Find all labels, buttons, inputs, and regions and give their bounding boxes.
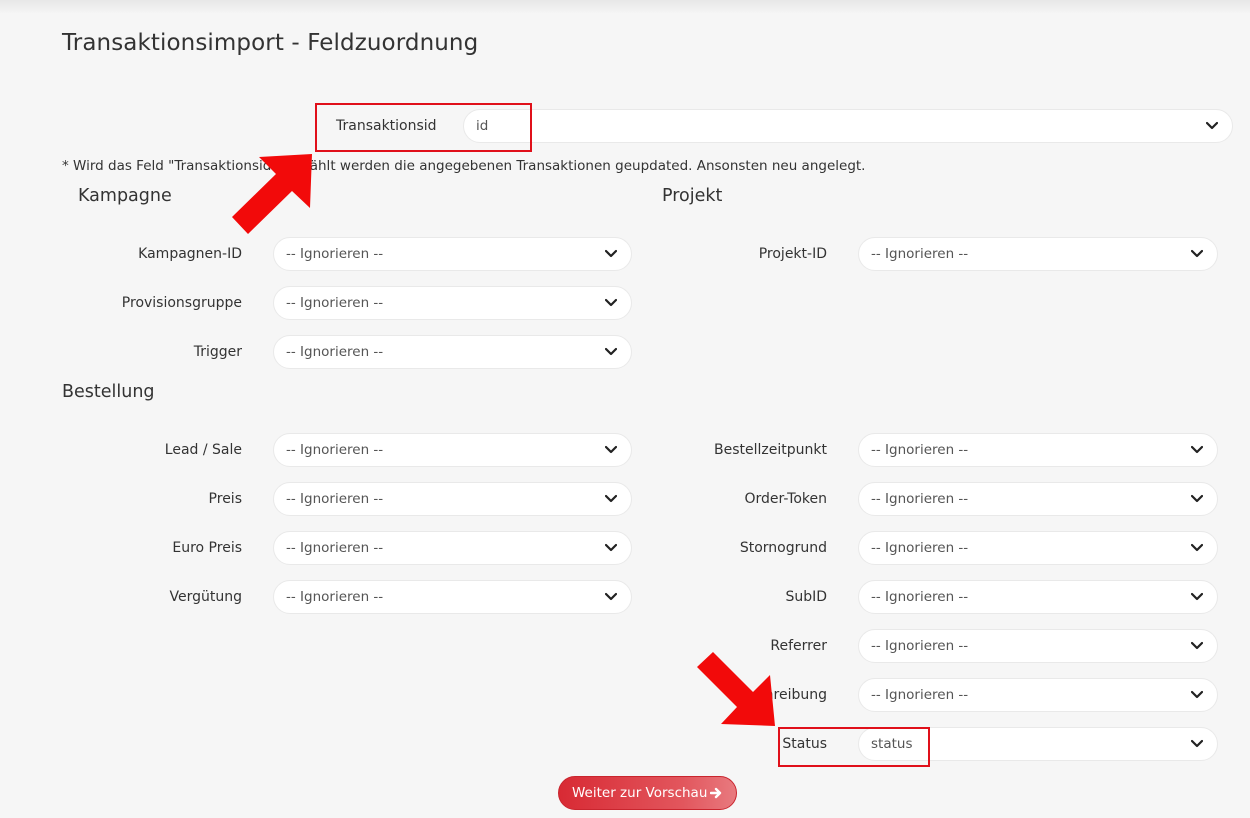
top-shadow (0, 0, 1250, 14)
field-label: Kampagnen-ID (138, 246, 242, 262)
field-value: -- Ignorieren -- (286, 295, 384, 311)
chevron-down-icon (1191, 249, 1203, 258)
field-label: Trigger (193, 344, 242, 360)
field-value: -- Ignorieren -- (286, 442, 384, 458)
transaction-id-select[interactable]: id (463, 109, 1233, 143)
chevron-down-icon (605, 298, 617, 307)
field-select[interactable]: -- Ignorieren -- (273, 237, 632, 271)
field-label: hreibung (764, 687, 827, 703)
field-row-status: Status status (640, 727, 1250, 761)
field-select[interactable]: -- Ignorieren -- (273, 286, 632, 320)
continue-to-preview-button[interactable]: Weiter zur Vorschau (558, 776, 737, 810)
section-title-bestellung: Bestellung (62, 382, 155, 402)
chevron-down-icon (605, 445, 617, 454)
chevron-down-icon (605, 592, 617, 601)
field-row: Preis -- Ignorieren -- (0, 482, 640, 516)
field-row: Projekt-ID -- Ignorieren -- (640, 237, 1250, 271)
page-title: Transaktionsimport - Feldzuordnung (62, 30, 479, 56)
chevron-down-icon (1191, 739, 1203, 748)
chevron-down-icon (1191, 543, 1203, 552)
field-select[interactable]: -- Ignorieren -- (858, 629, 1218, 663)
field-label: Stornogrund (739, 540, 827, 556)
field-row: Order-Token -- Ignorieren -- (640, 482, 1250, 516)
field-value: -- Ignorieren -- (871, 687, 969, 703)
field-label: Vergütung (169, 589, 243, 605)
field-value: -- Ignorieren -- (286, 540, 384, 556)
field-value: -- Ignorieren -- (871, 246, 969, 262)
field-value: -- Ignorieren -- (871, 638, 969, 654)
field-label: Euro Preis (172, 540, 242, 556)
field-value: -- Ignorieren -- (871, 589, 969, 605)
field-label: SubID (785, 589, 827, 605)
field-row: hreibung -- Ignorieren -- (640, 678, 1250, 712)
field-row: SubID -- Ignorieren -- (640, 580, 1250, 614)
arrow-right-icon (710, 787, 722, 799)
field-select[interactable]: -- Ignorieren -- (273, 335, 632, 369)
transaction-id-row: Transaktionsid id (0, 109, 1250, 143)
field-value: -- Ignorieren -- (286, 589, 384, 605)
field-value: status (871, 736, 913, 752)
field-value: -- Ignorieren -- (286, 246, 384, 262)
field-value: -- Ignorieren -- (871, 442, 969, 458)
field-select[interactable]: -- Ignorieren -- (858, 482, 1218, 516)
field-value: -- Ignorieren -- (286, 491, 384, 507)
field-row: Bestellzeitpunkt -- Ignorieren -- (640, 433, 1250, 467)
field-select[interactable]: -- Ignorieren -- (273, 433, 632, 467)
transaction-id-value: id (476, 118, 489, 134)
field-label: Lead / Sale (164, 442, 242, 458)
field-row: Trigger -- Ignorieren -- (0, 335, 640, 369)
field-row: Euro Preis -- Ignorieren -- (0, 531, 640, 565)
chevron-down-icon (1191, 445, 1203, 454)
field-label: Referrer (770, 638, 827, 654)
section-title-projekt: Projekt (662, 186, 723, 206)
field-value: -- Ignorieren -- (871, 540, 969, 556)
transaction-id-label: Transaktionsid (336, 118, 437, 134)
continue-button-label: Weiter zur Vorschau (572, 785, 708, 801)
field-select[interactable]: -- Ignorieren -- (273, 531, 632, 565)
field-value: -- Ignorieren -- (871, 491, 969, 507)
field-row: Kampagnen-ID -- Ignorieren -- (0, 237, 640, 271)
field-row: Lead / Sale -- Ignorieren -- (0, 433, 640, 467)
field-select[interactable]: -- Ignorieren -- (858, 433, 1218, 467)
chevron-down-icon (605, 494, 617, 503)
field-label: Provisionsgruppe (121, 295, 242, 311)
section-title-kampagne: Kampagne (78, 186, 172, 206)
field-row: Stornogrund -- Ignorieren -- (640, 531, 1250, 565)
chevron-down-icon (605, 249, 617, 258)
field-select[interactable]: -- Ignorieren -- (273, 580, 632, 614)
field-label: Preis (208, 491, 242, 507)
field-row: Referrer -- Ignorieren -- (640, 629, 1250, 663)
field-select[interactable]: -- Ignorieren -- (858, 678, 1218, 712)
chevron-down-icon (1191, 592, 1203, 601)
chevron-down-icon (1191, 690, 1203, 699)
chevron-down-icon (605, 347, 617, 356)
field-select[interactable]: -- Ignorieren -- (273, 482, 632, 516)
chevron-down-icon (605, 543, 617, 552)
field-row: Vergütung -- Ignorieren -- (0, 580, 640, 614)
field-value: -- Ignorieren -- (286, 344, 384, 360)
chevron-down-icon (1191, 494, 1203, 503)
field-select[interactable]: -- Ignorieren -- (858, 237, 1218, 271)
field-label: Status (782, 736, 827, 752)
status-select[interactable]: status (858, 727, 1218, 761)
field-row: Provisionsgruppe -- Ignorieren -- (0, 286, 640, 320)
field-label: Projekt-ID (758, 246, 827, 262)
chevron-down-icon (1206, 121, 1218, 130)
transaction-id-note: * Wird das Feld "Transaktionsid" gewählt… (62, 158, 866, 174)
field-select[interactable]: -- Ignorieren -- (858, 580, 1218, 614)
field-select[interactable]: -- Ignorieren -- (858, 531, 1218, 565)
field-label: Bestellzeitpunkt (714, 442, 827, 458)
chevron-down-icon (1191, 641, 1203, 650)
field-label: Order-Token (744, 491, 828, 507)
